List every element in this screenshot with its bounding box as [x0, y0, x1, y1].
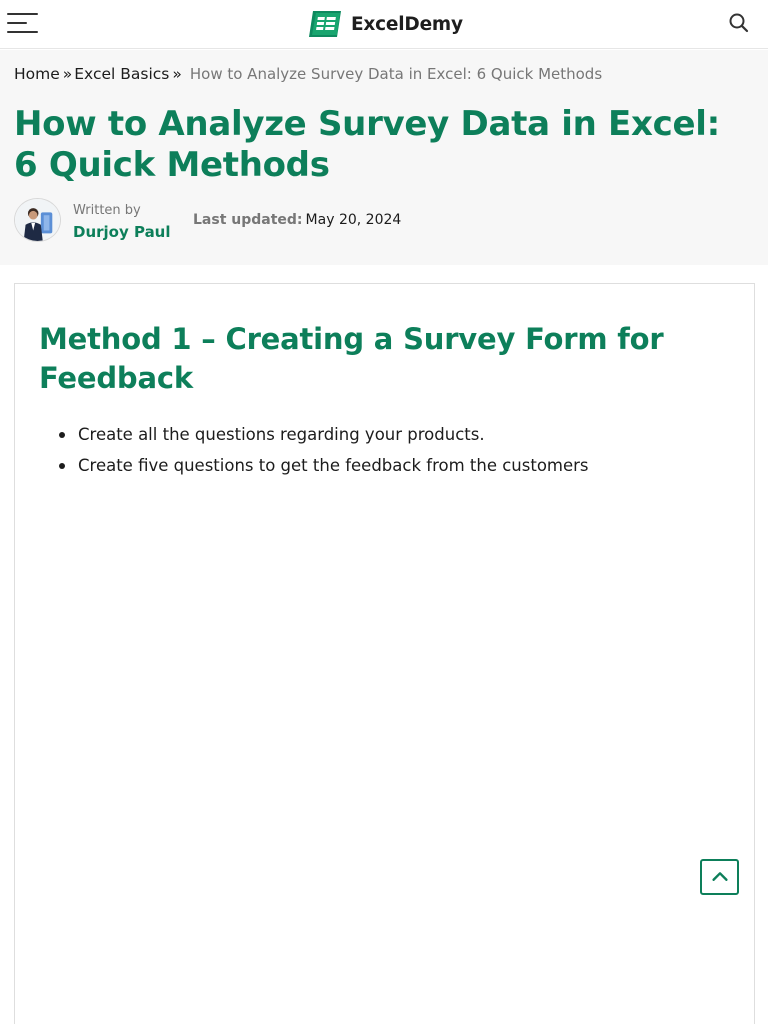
list-item-text: Create all the questions regarding your … — [78, 425, 485, 444]
chevron-up-icon — [711, 872, 728, 881]
breadcrumb-current: How to Analyze Survey Data in Excel: 6 Q… — [189, 65, 603, 83]
list-item: Create five questions to get the feedbac… — [57, 450, 589, 481]
list-item-text: Create five questions to get the feedbac… — [78, 456, 589, 475]
bullet-dot — [59, 463, 65, 469]
list-item: Create all the questions regarding your … — [57, 419, 589, 450]
top-navigation-bar: ExcelDemy — [0, 0, 768, 49]
method-bullet-list: Create all the questions regarding your … — [57, 419, 589, 481]
breadcrumb-separator: » — [172, 65, 182, 83]
page-title: How to Analyze Survey Data in Excel: 6 Q… — [14, 104, 720, 185]
bullet-dot — [59, 432, 65, 438]
breadcrumb-home[interactable]: Home — [14, 65, 60, 83]
last-updated: Last updated: May 20, 2024 — [193, 212, 401, 228]
back-to-top-button[interactable] — [700, 859, 739, 895]
spreadsheet-logo-icon — [309, 11, 341, 37]
hamburger-menu-icon[interactable] — [7, 11, 39, 35]
last-updated-date: May 20, 2024 — [305, 212, 402, 228]
written-by-label: Written by — [73, 203, 141, 218]
search-icon[interactable] — [727, 11, 751, 35]
breadcrumb-separator: » — [62, 65, 73, 83]
site-logo[interactable]: ExcelDemy — [307, 9, 463, 39]
author-avatar[interactable] — [14, 198, 61, 242]
logo-text: ExcelDemy — [351, 13, 463, 35]
breadcrumb-excel-basics[interactable]: Excel Basics — [74, 65, 169, 83]
method-heading: Method 1 – Creating a Survey Form for Fe… — [39, 322, 664, 395]
last-updated-label: Last updated: — [193, 212, 303, 228]
author-name-link[interactable]: Durjoy Paul — [73, 223, 171, 241]
breadcrumb: Home» Excel Basics» How to Analyze Survey … — [14, 64, 602, 84]
